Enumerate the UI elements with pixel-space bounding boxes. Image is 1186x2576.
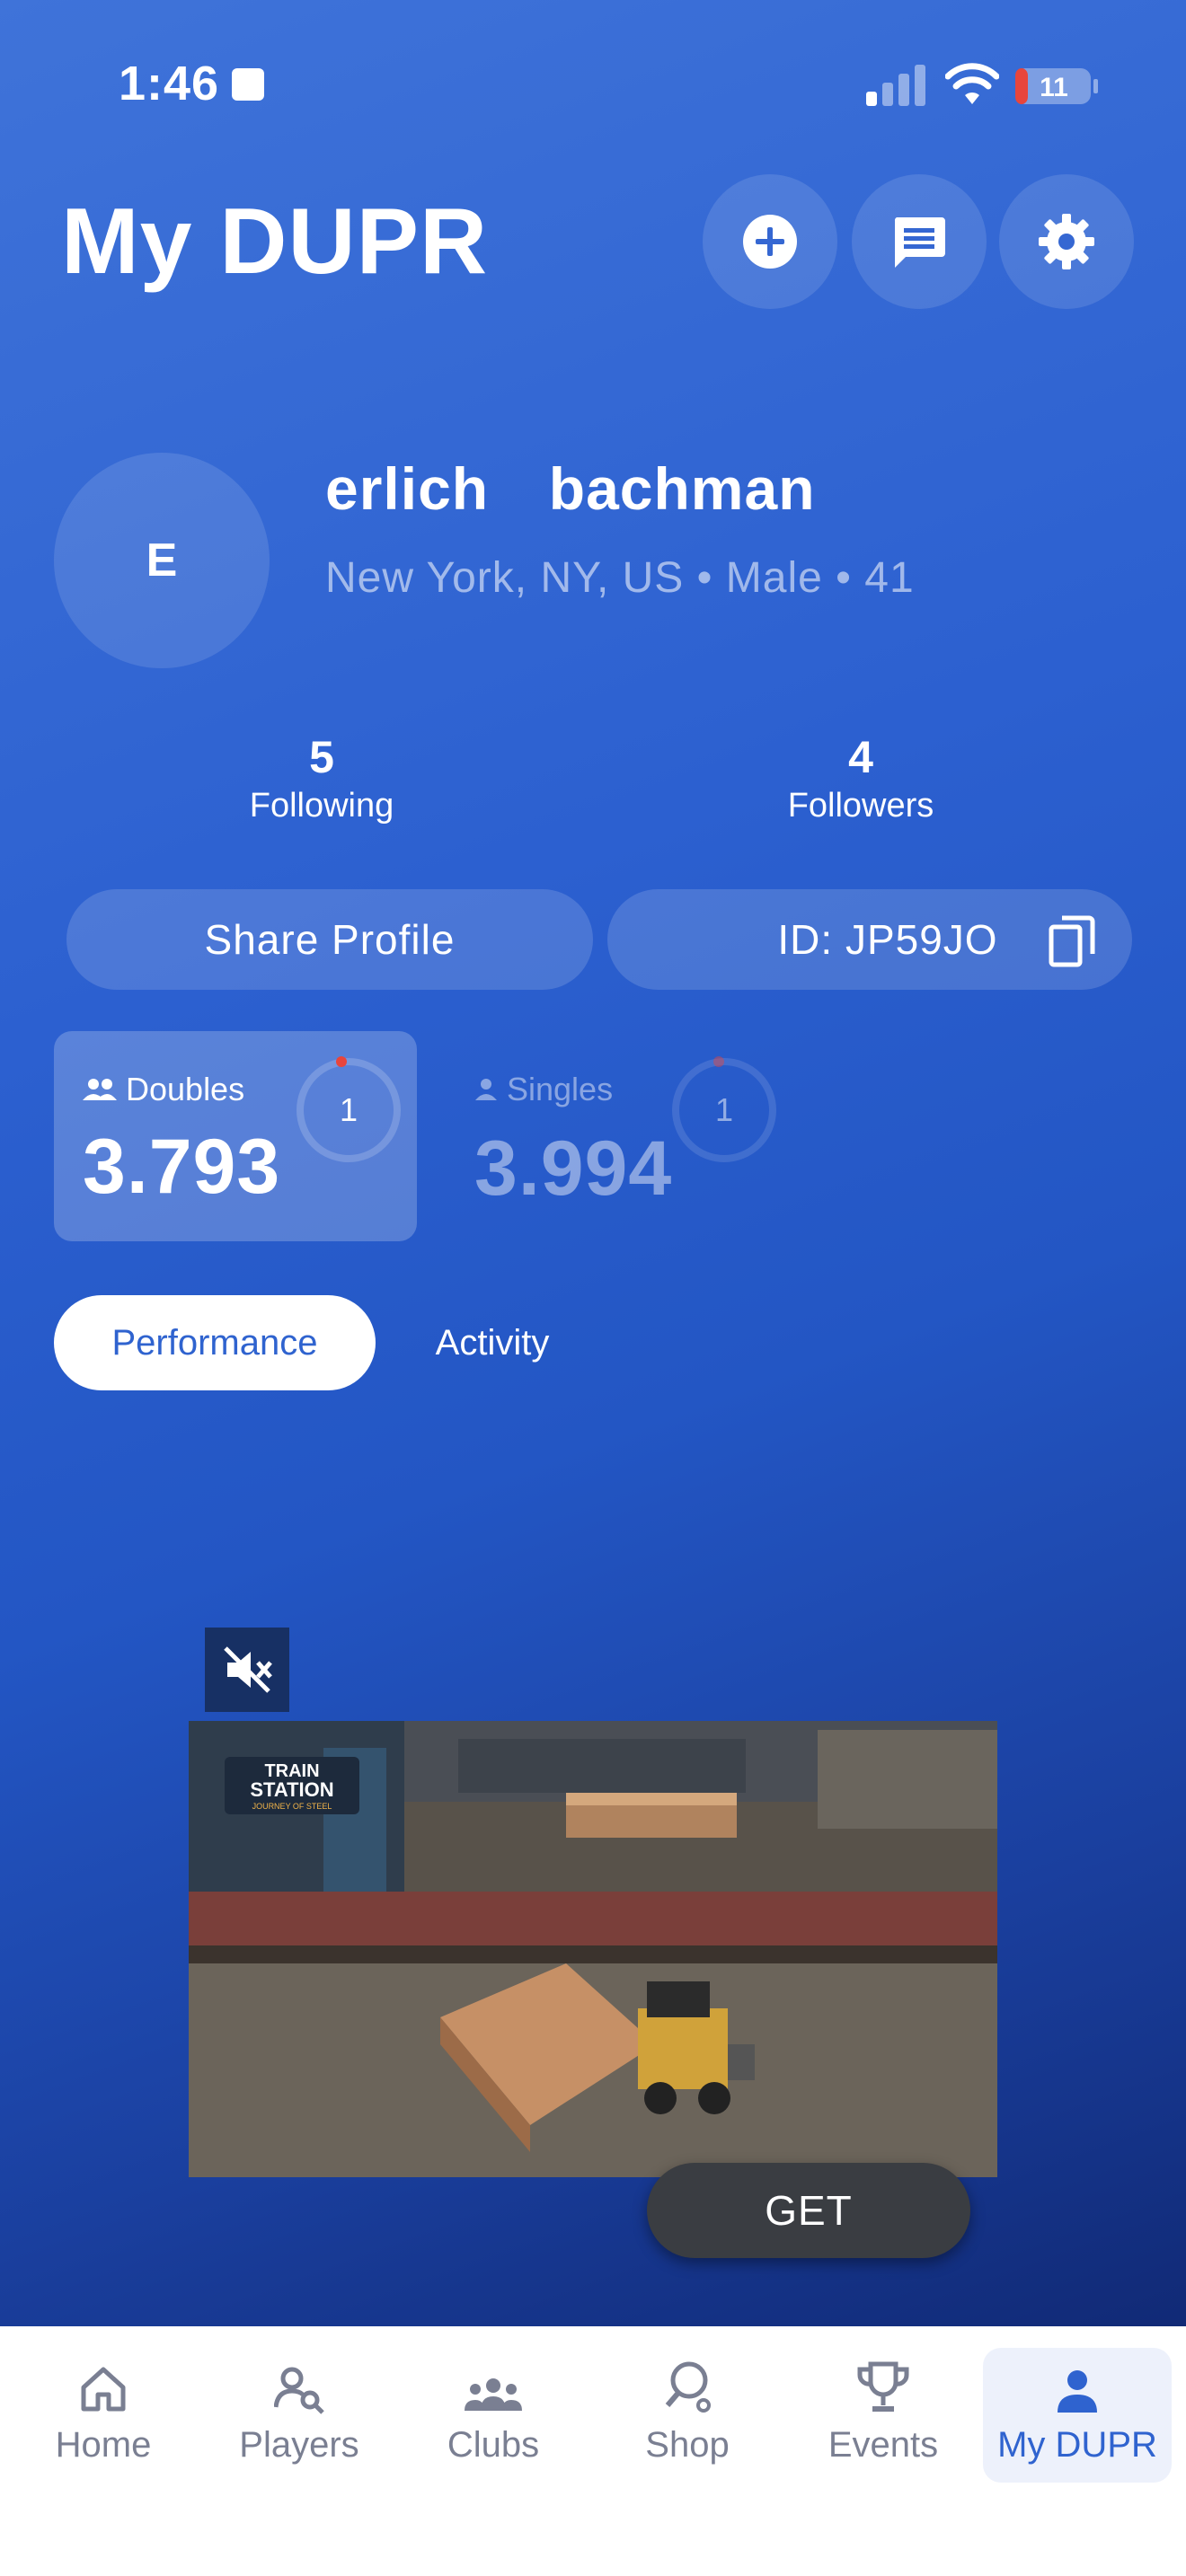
singles-rating-card[interactable]: Singles 3.994 1 xyxy=(442,1031,801,1241)
following-stat[interactable]: 5 Following xyxy=(187,731,456,825)
ad-logo-line3: JOURNEY OF STEEL xyxy=(252,1802,332,1811)
ad-logo-line2: STATION xyxy=(250,1778,333,1801)
player-search-icon xyxy=(274,2367,324,2414)
nav-players[interactable]: Players xyxy=(205,2348,394,2483)
settings-button[interactable] xyxy=(999,174,1134,309)
chat-icon xyxy=(894,217,945,268)
doubles-rank-badge: 1 xyxy=(296,1058,401,1162)
singles-label-row: Singles xyxy=(474,1071,613,1108)
speaker-muted-icon xyxy=(224,1646,272,1693)
nav-my-dupr[interactable]: My DUPR xyxy=(983,2348,1172,2483)
following-count: 5 xyxy=(309,732,334,782)
followers-label: Followers xyxy=(787,787,934,825)
nav-clubs[interactable]: Clubs xyxy=(399,2348,588,2483)
add-button[interactable] xyxy=(703,174,837,309)
people-icon xyxy=(83,1079,117,1100)
plus-circle-icon xyxy=(743,215,797,269)
trophy-icon xyxy=(857,2361,909,2412)
nav-home[interactable]: Home xyxy=(9,2348,198,2483)
status-time: 1:46 xyxy=(119,57,220,110)
nav-shop-label: Shop xyxy=(645,2425,730,2465)
gear-icon xyxy=(1039,214,1094,269)
doubles-label-row: Doubles xyxy=(83,1071,244,1108)
followers-count: 4 xyxy=(848,732,873,782)
person-icon xyxy=(475,1079,497,1100)
tab-activity[interactable]: Activity xyxy=(394,1295,591,1390)
nav-clubs-label: Clubs xyxy=(447,2425,540,2465)
singles-progress-dot xyxy=(713,1056,724,1067)
user-name: erlich bachman xyxy=(325,455,816,522)
following-label: Following xyxy=(249,787,394,825)
ad-video[interactable]: TRAIN STATION JOURNEY OF STEEL xyxy=(189,1721,997,2177)
person-icon xyxy=(1058,2370,1097,2413)
group-icon xyxy=(465,2378,522,2411)
nav-events[interactable]: Events xyxy=(789,2348,978,2483)
cellular-signal-icon xyxy=(866,65,925,106)
wifi-icon xyxy=(945,63,999,104)
battery-icon: 11 xyxy=(1015,68,1098,104)
share-profile-button[interactable]: Share Profile xyxy=(66,889,593,990)
avatar[interactable]: E xyxy=(54,453,270,668)
singles-badge-number: 1 xyxy=(714,1091,734,1128)
followers-stat[interactable]: 4 Followers xyxy=(726,731,996,825)
battery-level: 11 xyxy=(1040,73,1068,102)
profile-id-button[interactable]: ID: JP59JO xyxy=(607,889,1132,990)
singles-rating-value: 3.994 xyxy=(474,1125,673,1212)
paddle-icon xyxy=(665,2361,711,2413)
ad-get-label: GET xyxy=(765,2187,853,2234)
nav-events-label: Events xyxy=(828,2425,939,2465)
screen-record-icon xyxy=(232,68,264,101)
nav-shop[interactable]: Shop xyxy=(593,2348,782,2483)
share-profile-label: Share Profile xyxy=(204,916,456,963)
tab-activity-label: Activity xyxy=(435,1322,550,1363)
nav-home-label: Home xyxy=(55,2425,152,2465)
messages-button[interactable] xyxy=(852,174,987,309)
user-meta: New York, NY, US • Male • 41 xyxy=(325,554,915,602)
page-title: My DUPR xyxy=(61,190,489,294)
doubles-label: Doubles xyxy=(126,1071,245,1107)
copy-icon[interactable] xyxy=(1048,914,1098,968)
tab-performance-label: Performance xyxy=(111,1322,318,1363)
singles-rank-badge: 1 xyxy=(672,1058,776,1162)
home-icon xyxy=(81,2367,126,2412)
profile-id-label: ID: JP59JO xyxy=(777,916,998,963)
ad-get-button[interactable]: GET xyxy=(647,2163,970,2258)
mute-button[interactable] xyxy=(205,1628,289,1712)
avatar-initial: E xyxy=(146,534,178,587)
doubles-rating-value: 3.793 xyxy=(83,1124,281,1210)
doubles-badge-number: 1 xyxy=(339,1091,358,1128)
ad-scene-image: TRAIN STATION JOURNEY OF STEEL xyxy=(189,1721,997,2177)
doubles-rating-card[interactable]: Doubles 3.793 1 xyxy=(54,1031,417,1241)
singles-label: Singles xyxy=(507,1071,614,1107)
doubles-progress-dot xyxy=(336,1056,347,1067)
nav-my-dupr-label: My DUPR xyxy=(997,2425,1157,2465)
tab-performance[interactable]: Performance xyxy=(54,1295,376,1390)
nav-players-label: Players xyxy=(239,2425,359,2465)
bottom-nav: Home Players Clubs Shop Events My DUPR xyxy=(0,2326,1186,2576)
